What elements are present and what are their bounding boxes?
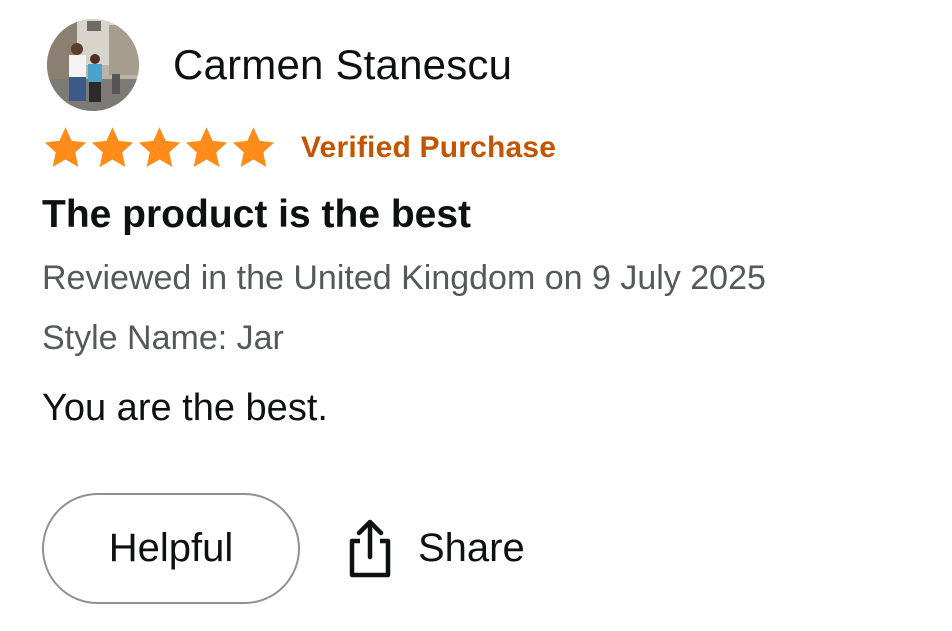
share-icon xyxy=(346,519,394,579)
review-actions: Helpful Share xyxy=(42,491,525,606)
star-icon xyxy=(230,125,277,171)
star-icon xyxy=(136,125,183,171)
review-date: Reviewed in the United Kingdom on 9 July… xyxy=(42,259,766,297)
style-name: Style Name: Jar xyxy=(42,319,284,357)
star-icon xyxy=(42,125,89,171)
review-body: You are the best. xyxy=(42,387,328,429)
star-rating[interactable] xyxy=(42,125,277,171)
review-card: Carmen Stanescu Verified Purchase The pr… xyxy=(0,0,952,631)
share-label[interactable]: Share xyxy=(418,526,525,571)
rating-row: Verified Purchase xyxy=(42,124,556,172)
reviewer-profile[interactable]: Carmen Stanescu xyxy=(47,18,512,112)
reviewer-name[interactable]: Carmen Stanescu xyxy=(173,44,512,86)
share-button[interactable]: Share xyxy=(346,519,525,579)
helpful-button[interactable]: Helpful xyxy=(42,493,300,604)
verified-purchase-badge[interactable]: Verified Purchase xyxy=(301,131,556,165)
star-icon xyxy=(183,125,230,171)
star-icon xyxy=(89,125,136,171)
review-title: The product is the best xyxy=(42,193,472,236)
avatar-photo-icon xyxy=(47,19,139,111)
avatar[interactable] xyxy=(47,19,139,111)
